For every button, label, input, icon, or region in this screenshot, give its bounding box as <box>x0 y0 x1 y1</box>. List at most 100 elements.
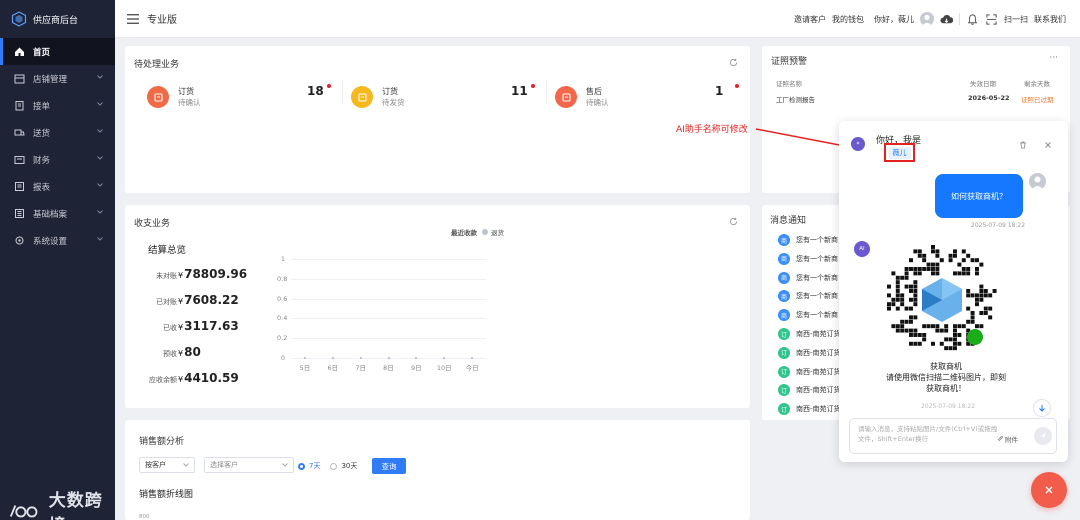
pending-item-count[interactable]: 18 <box>307 84 324 98</box>
pending-item-count[interactable]: 11 <box>511 84 528 98</box>
notice-text: 南西-南苑订货 <box>796 330 841 338</box>
refresh-icon[interactable] <box>729 217 738 226</box>
notice-item[interactable]: 商您有一个新商 <box>778 234 838 246</box>
invite-customer-link[interactable]: 邀请客户 <box>794 14 826 25</box>
pending-item-dot <box>735 84 739 88</box>
radio-7days[interactable] <box>298 462 305 470</box>
watermark-icon <box>9 505 38 518</box>
series-1-point[interactable] <box>359 357 362 359</box>
notice-item[interactable]: 商您有一个新商 <box>778 252 838 265</box>
refresh-icon[interactable] <box>729 58 738 67</box>
scroll-bottom-button[interactable] <box>1033 399 1051 417</box>
assistant-name-badge[interactable]: 薇儿 <box>884 143 915 162</box>
settlement-label: 未对账 <box>156 272 177 280</box>
ai-assistant-close-fab[interactable] <box>1031 472 1067 508</box>
radio-30days-label[interactable]: 30天 <box>341 461 357 471</box>
sidebar-item-1[interactable]: 店铺管理 <box>0 65 115 92</box>
menu-toggle-icon[interactable] <box>127 13 139 24</box>
income-expense-title: 收支业务 <box>134 219 171 229</box>
pending-item-2[interactable]: 售后 待确认 <box>555 80 609 114</box>
pending-item-count[interactable]: 1 <box>715 84 723 98</box>
sidebar-item-4[interactable]: 财务 <box>0 146 115 173</box>
notice-item[interactable]: 商您有一个新商 <box>778 271 838 284</box>
close-icon[interactable] <box>1044 141 1052 149</box>
contact-us-link[interactable]: 联系我们 <box>1034 14 1066 25</box>
notice-item[interactable]: 订南西-南苑订货 <box>778 328 841 340</box>
scan-label[interactable]: 扫一扫 <box>1004 14 1028 25</box>
assistant-name: 薇儿 <box>888 146 911 159</box>
notice-badge: 订 <box>778 346 790 359</box>
notice-item[interactable]: 订南西-南苑订货 <box>778 365 841 378</box>
chart-gridline <box>291 338 486 340</box>
pending-business-title: 待处理业务 <box>134 60 180 70</box>
radio-30days[interactable] <box>330 462 338 470</box>
settlement-value: 80 <box>184 345 201 359</box>
notice-item[interactable]: 商您有一个新商 <box>778 309 838 322</box>
sidebar-item-3[interactable]: 送货 <box>0 119 115 146</box>
send-button[interactable] <box>1034 427 1052 445</box>
chevron-down-icon <box>97 183 103 187</box>
pending-item-dot <box>531 84 535 88</box>
settlement-value: 3117.63 <box>184 319 239 333</box>
notice-item[interactable]: 订南西-南苑订货 <box>778 384 841 397</box>
notice-text: 南西-南苑订货 <box>796 405 841 414</box>
qr-code-image[interactable] <box>887 245 997 355</box>
sidebar-item-2[interactable]: 接单 <box>0 92 115 119</box>
scan-icon[interactable] <box>985 13 998 26</box>
customer-select-placeholder: 选择客户 <box>210 461 238 469</box>
chart-gridline <box>291 259 486 260</box>
customer-select[interactable]: 选择客户 <box>204 457 294 473</box>
my-wallet-link[interactable]: 我的钱包 <box>832 14 864 25</box>
brand[interactable]: 供应商后台 <box>0 0 115 38</box>
x-tick-label: 今日 <box>465 364 479 372</box>
group-by-select[interactable]: 按客户 <box>139 457 195 473</box>
notice-item[interactable]: 订南西-南苑订货 <box>778 403 841 416</box>
store-icon <box>14 74 25 84</box>
notice-badge: 订 <box>778 384 790 397</box>
pending-item-dot <box>327 84 331 88</box>
legend-return-label: 退货 <box>491 229 504 237</box>
message-notice-title: 消息通知 <box>770 216 807 226</box>
series-1-point[interactable] <box>471 357 474 359</box>
y-tick-label: 0 <box>280 354 285 362</box>
series-1-point[interactable] <box>387 357 390 359</box>
more-options-icon[interactable]: ··· <box>1049 53 1058 63</box>
series-1-point[interactable] <box>415 357 418 359</box>
header-divider <box>959 13 960 25</box>
pending-item-0[interactable]: 订货 待确认 <box>147 80 201 114</box>
sidebar-item-label: 报表 <box>33 182 51 193</box>
delete-icon[interactable] <box>1019 141 1027 149</box>
legend-recent-income[interactable]: 最近收款 <box>451 227 477 237</box>
reply-title: 获取商机 <box>930 362 962 371</box>
series-1-point[interactable] <box>331 357 334 359</box>
series-1-point[interactable] <box>303 357 306 359</box>
notice-item[interactable]: 商您有一个新商 <box>778 290 838 303</box>
home-icon <box>15 47 24 56</box>
income-expense-card: 收支业务 结算总览 未对账 ¥78809.96 已对账 ¥7608.22 已收 ¥3117… <box>125 205 750 408</box>
sidebar-item-7[interactable]: 系统设置 <box>0 227 115 254</box>
annotation-text: AI助手名称可修改 <box>676 125 748 135</box>
y-tick-label: 0.8 <box>277 274 288 283</box>
cloud-download-icon[interactable] <box>940 13 953 26</box>
user-avatar[interactable] <box>920 12 934 26</box>
legend-return[interactable]: 退货 <box>482 227 504 237</box>
radio-7days-label[interactable]: 7天 <box>309 461 320 471</box>
series-1-point[interactable] <box>443 357 446 359</box>
avatar-icon <box>1031 176 1044 190</box>
attach-button[interactable]: 附件 <box>997 434 1018 444</box>
bell-icon[interactable] <box>966 13 979 26</box>
truck-icon <box>14 129 25 136</box>
settlement-row-4: 应收余额 ¥4410.59 <box>135 371 239 385</box>
query-button[interactable]: 查询 <box>372 458 406 474</box>
sidebar-item-5[interactable]: 报表 <box>0 173 115 200</box>
sidebar-item-label: 基础档案 <box>33 209 68 220</box>
sidebar-item-0[interactable]: 首页 <box>0 38 115 65</box>
notice-item[interactable]: 订南西-南苑订货 <box>778 346 841 359</box>
ai-chat-panel: * 你好，我是 薇儿 如何获取商机？ 2025-07-09 18:22 AI 获… <box>839 121 1068 462</box>
x-tick-label: 5日 <box>299 364 311 372</box>
chart-gridline <box>291 318 486 320</box>
pending-item-1[interactable]: 订货 待发货 <box>351 80 405 114</box>
notice-text: 您有一个新商 <box>796 254 838 263</box>
sidebar-item-6[interactable]: 基础档案 <box>0 200 115 227</box>
chat-input-box[interactable]: 请输入消息，支持粘贴图片/文件(Ctrl+V)或拖拽文件，Shift+Enter… <box>849 418 1057 454</box>
